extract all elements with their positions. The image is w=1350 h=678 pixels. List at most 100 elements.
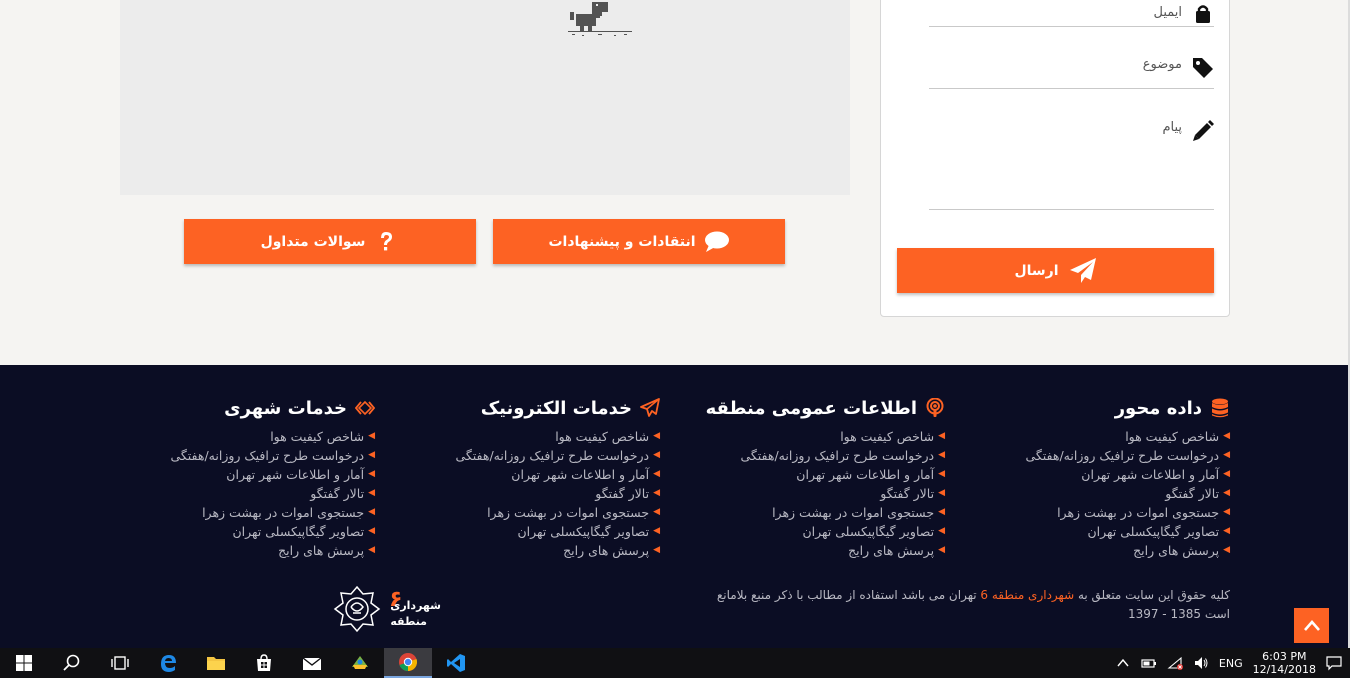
footer-link[interactable]: ◀ درخواست طرح ترافیک روزانه/هفتگی bbox=[965, 446, 1230, 465]
network-icon[interactable] bbox=[1167, 655, 1183, 671]
footer-link[interactable]: ◀ شاخص کیفیت هوا bbox=[395, 427, 660, 446]
footer-link[interactable]: ◀ تالار گفتگو bbox=[965, 484, 1230, 503]
message-label: پیام bbox=[1162, 120, 1182, 135]
question-icon bbox=[381, 231, 393, 250]
system-tray: ENG 6:03 PM 12/14/2018 bbox=[1115, 648, 1350, 678]
footer-link[interactable]: ◀ جستجوی اموات در بهشت زهرا bbox=[965, 503, 1230, 522]
message-field[interactable]: پیام bbox=[929, 112, 1214, 210]
footer-column-public-info: اطلاعات عمومی منطقه ◀ شاخص کیفیت هوا ◀ درخ… bbox=[680, 395, 945, 560]
footer: داده محور ◀ شاخص کیفیت هوا ◀ درخواست طرح ت… bbox=[0, 365, 1350, 648]
footer-link[interactable]: ◀ جستجوی اموات در بهشت زهرا bbox=[110, 503, 375, 522]
task-view-button[interactable] bbox=[96, 648, 144, 678]
tag-icon bbox=[1193, 58, 1213, 78]
search-button[interactable] bbox=[48, 648, 96, 678]
comment-icon bbox=[704, 231, 729, 252]
chevron-up-icon bbox=[1303, 620, 1320, 631]
vscode-icon bbox=[447, 654, 465, 672]
start-button[interactable] bbox=[0, 648, 48, 678]
footer-link[interactable]: ◀ شاخص کیفیت هوا bbox=[965, 427, 1230, 446]
app-button[interactable] bbox=[336, 648, 384, 678]
clock[interactable]: 6:03 PM 12/14/2018 bbox=[1253, 650, 1316, 676]
footer-link-list: ◀ شاخص کیفیت هوا ◀ درخواست طرح ترافیک روزا… bbox=[395, 427, 660, 560]
mail-button[interactable] bbox=[288, 648, 336, 678]
lock-icon bbox=[1196, 5, 1210, 23]
footer-link[interactable]: ◀ آمار و اطلاعات شهر تهران bbox=[680, 465, 945, 484]
footer-link[interactable]: ◀ پرسش های رایج bbox=[965, 541, 1230, 560]
database-icon bbox=[1212, 398, 1228, 418]
footer-link[interactable]: ◀ تالار گفتگو bbox=[110, 484, 375, 503]
send-button-label: ارسال bbox=[1014, 262, 1059, 279]
footer-link[interactable]: ◀ شاخص کیفیت هوا bbox=[110, 427, 375, 446]
footer-link[interactable]: ◀ شاخص کیفیت هوا bbox=[680, 427, 945, 446]
municipality-logo: ۶ شهرداری منطقه bbox=[333, 585, 441, 633]
footer-link[interactable]: ◀ درخواست طرح ترافیک روزانه/هفتگی bbox=[395, 446, 660, 465]
footer-link-list: ◀ شاخص کیفیت هوا ◀ درخواست طرح ترافیک روزا… bbox=[680, 427, 945, 560]
chrome-icon bbox=[399, 653, 418, 671]
footer-link[interactable]: ◀ درخواست طرح ترافیک روزانه/هفتگی bbox=[110, 446, 375, 465]
copyright-org-link[interactable]: شهرداری منطقه 6 bbox=[980, 588, 1074, 602]
copyright-text: کلیه حقوق این سایت متعلق به شهرداری منطق… bbox=[716, 588, 1230, 621]
map-placeholder bbox=[120, 0, 850, 195]
send-button[interactable]: ارسال bbox=[897, 248, 1214, 293]
footer-column-heading: خدمات الکترونیک bbox=[395, 395, 660, 421]
footer-link[interactable]: ◀ تصاویر گیگاپیکسلی تهران bbox=[395, 522, 661, 541]
code-icon bbox=[355, 400, 375, 416]
footer-link[interactable]: ◀ پرسش های رایج bbox=[395, 541, 660, 560]
vscode-button[interactable] bbox=[432, 648, 480, 678]
notification-icon[interactable] bbox=[1326, 655, 1342, 671]
footer-link[interactable]: ◀ آمار و اطلاعات شهر تهران bbox=[395, 465, 660, 484]
footer-link[interactable]: ◀ آمار و اطلاعات شهر تهران bbox=[965, 465, 1230, 484]
footer-link[interactable]: ◀ تصاویر گیگاپیکسلی تهران bbox=[965, 522, 1231, 541]
paper-plane-icon bbox=[640, 398, 660, 417]
footer-link[interactable]: ◀ پرسش های رایج bbox=[110, 541, 375, 560]
footer-link[interactable]: ◀ آمار و اطلاعات شهر تهران bbox=[110, 465, 375, 484]
footer-link[interactable]: ◀ تالار گفتگو bbox=[680, 484, 945, 503]
footer-link[interactable]: ◀ درخواست طرح ترافیک روزانه/هفتگی bbox=[680, 446, 945, 465]
footer-link[interactable]: ◀ جستجوی اموات در بهشت زهرا bbox=[395, 503, 660, 522]
mail-icon bbox=[302, 657, 322, 670]
footer-link[interactable]: ◀ تصاویر گیگاپیکسلی تهران bbox=[680, 522, 946, 541]
footer-column-city-services: خدمات شهری ◀ شاخص کیفیت هوا ◀ درخواست طرح … bbox=[110, 395, 375, 560]
paper-plane-icon bbox=[1069, 257, 1096, 283]
chrome-button[interactable] bbox=[384, 648, 432, 678]
footer-link[interactable]: ◀ تالار گفتگو bbox=[395, 484, 660, 503]
footer-link-list: ◀ شاخص کیفیت هوا ◀ درخواست طرح ترافیک روزا… bbox=[965, 427, 1230, 560]
critique-button[interactable]: انتقادات و پیشنهادات bbox=[493, 219, 785, 264]
footer-link[interactable]: ◀ پرسش های رایج bbox=[680, 541, 945, 560]
footer-column-title: اطلاعات عمومی منطقه bbox=[705, 397, 917, 419]
contact-form: ایمیل موضوع پیام ارسال bbox=[880, 0, 1230, 317]
subject-label: موضوع bbox=[1142, 57, 1182, 72]
footer-column-title: خدمات الکترونیک bbox=[480, 397, 632, 419]
pencil-icon bbox=[1193, 120, 1214, 141]
chevron-up-icon[interactable] bbox=[1115, 655, 1131, 671]
windows-taskbar: ENG 6:03 PM 12/14/2018 bbox=[0, 648, 1350, 678]
file-explorer-button[interactable] bbox=[192, 648, 240, 678]
footer-column-data-driven: داده محور ◀ شاخص کیفیت هوا ◀ درخواست طرح ت… bbox=[965, 395, 1230, 560]
volume-icon[interactable] bbox=[1193, 655, 1209, 671]
email-field[interactable]: ایمیل bbox=[929, 0, 1214, 27]
faq-button-label: سوالات متداول bbox=[260, 233, 366, 250]
scroll-to-top-button[interactable] bbox=[1294, 608, 1329, 643]
footer-column-heading: اطلاعات عمومی منطقه bbox=[680, 395, 945, 421]
page-content: انتقادات و پیشنهادات سوالات متداول ایمیل… bbox=[0, 0, 1350, 365]
language-indicator[interactable]: ENG bbox=[1219, 657, 1243, 670]
store-button[interactable] bbox=[240, 648, 288, 678]
edge-button[interactable] bbox=[144, 648, 192, 678]
footer-link[interactable]: ◀ تصاویر گیگاپیکسلی تهران bbox=[110, 522, 376, 541]
svg-text:شهرداری: شهرداری bbox=[390, 599, 441, 612]
search-icon bbox=[63, 654, 80, 671]
svg-text:منطقه: منطقه bbox=[390, 615, 427, 628]
footer-column-e-services: خدمات الکترونیک ◀ شاخص کیفیت هوا ◀ درخواست… bbox=[395, 395, 660, 560]
footer-column-heading: داده محور bbox=[965, 395, 1230, 421]
battery-icon[interactable] bbox=[1141, 655, 1157, 671]
email-label: ایمیل bbox=[1153, 5, 1182, 20]
footer-link[interactable]: ◀ جستجوی اموات در بهشت زهرا bbox=[680, 503, 945, 522]
subject-field[interactable]: موضوع bbox=[929, 49, 1214, 89]
task-view-icon bbox=[111, 656, 129, 670]
critique-button-label: انتقادات و پیشنهادات bbox=[548, 233, 696, 250]
footer-column-title: خدمات شهری bbox=[224, 397, 347, 419]
podcast-icon bbox=[926, 398, 944, 417]
windows-logo-icon bbox=[16, 655, 32, 671]
faq-button[interactable]: سوالات متداول bbox=[184, 219, 476, 264]
dino-icon bbox=[568, 2, 632, 36]
